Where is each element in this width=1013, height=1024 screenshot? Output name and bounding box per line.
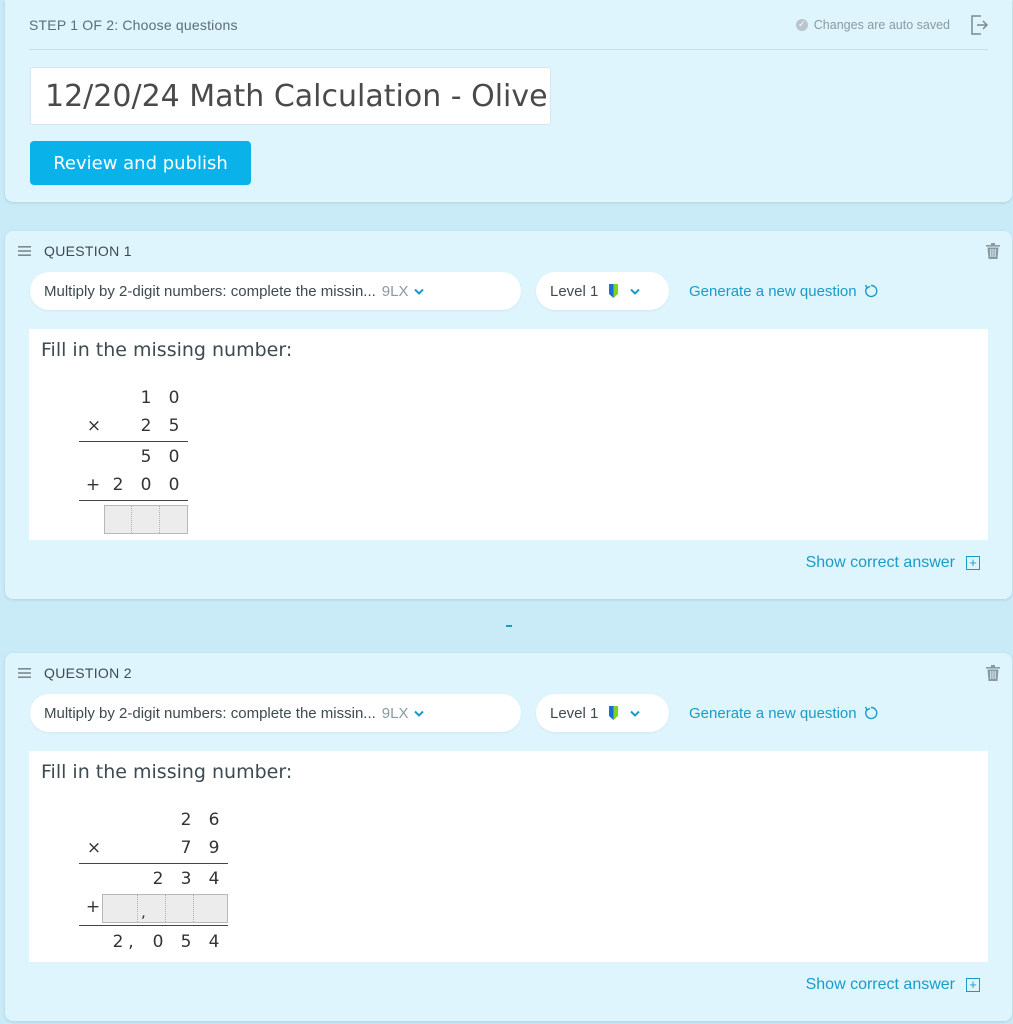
answer-input-row: , bbox=[102, 894, 228, 923]
question-separator bbox=[506, 625, 512, 627]
digit: 2 bbox=[180, 810, 192, 830]
multiply-operator: × bbox=[86, 416, 102, 436]
expand-plus-icon: + bbox=[966, 556, 980, 570]
question-prompt: Fill in the missing number: bbox=[41, 761, 293, 783]
question-body: Fill in the missing number: 1 0 × 2 5 5 … bbox=[29, 329, 988, 540]
autosave-text: Changes are auto saved bbox=[813, 17, 950, 32]
digit: 5 bbox=[180, 932, 192, 952]
drag-handle-icon[interactable] bbox=[18, 246, 31, 256]
skill-code: 9LX bbox=[381, 282, 409, 300]
review-and-publish-button[interactable]: Review and publish bbox=[30, 141, 251, 185]
show-answer-label: Show correct answer bbox=[805, 554, 955, 571]
skill-select[interactable]: Multiply by 2-digit numbers: complete th… bbox=[30, 694, 521, 732]
chevron-down-icon bbox=[413, 710, 424, 717]
level-select[interactable]: Level 1 bbox=[536, 694, 669, 732]
digit: 0 bbox=[140, 475, 152, 495]
generate-label: Generate a new question bbox=[689, 704, 857, 722]
level-select[interactable]: Level 1 bbox=[536, 272, 669, 310]
answer-digit-input[interactable] bbox=[194, 895, 222, 922]
digit: 0 bbox=[152, 932, 164, 952]
digit: 2 bbox=[112, 475, 124, 495]
digit: 7 bbox=[180, 838, 192, 858]
digit: 1 bbox=[140, 388, 152, 408]
multiply-operator: × bbox=[86, 838, 102, 858]
assignment-title-input[interactable]: 12/20/24 Math Calculation - Olive bbox=[30, 67, 551, 125]
comma: , bbox=[128, 932, 134, 952]
chevron-down-icon bbox=[630, 710, 641, 717]
digit: 3 bbox=[180, 869, 192, 889]
question-controls: Multiply by 2-digit numbers: complete th… bbox=[30, 272, 878, 310]
check-circle-icon: ✓ bbox=[795, 18, 808, 31]
trash-icon[interactable] bbox=[986, 243, 1000, 259]
digit: 0 bbox=[168, 447, 180, 467]
skill-code: 9LX bbox=[381, 704, 409, 722]
divider-line bbox=[79, 863, 228, 864]
digit: 4 bbox=[208, 932, 220, 952]
question-prompt: Fill in the missing number: bbox=[41, 339, 293, 361]
answer-digit-input[interactable]: , bbox=[138, 895, 166, 922]
comma-separator: , bbox=[141, 903, 146, 921]
step-bar: STEP 1 OF 2: Choose questions ✓ Changes … bbox=[29, 0, 988, 50]
refresh-icon bbox=[864, 706, 878, 720]
multiplication-problem: 2 6 × 7 9 2 3 4 + , 2 , 0 5 4 bbox=[79, 806, 259, 956]
bookmark-icon bbox=[609, 706, 619, 720]
chevron-down-icon bbox=[630, 288, 641, 295]
divider-line bbox=[79, 500, 188, 501]
answer-digit-input[interactable] bbox=[105, 506, 133, 533]
show-correct-answer-toggle[interactable]: Show correct answer + bbox=[806, 976, 980, 994]
digit: 2 bbox=[152, 869, 164, 889]
chevron-down-icon bbox=[413, 288, 424, 295]
drag-handle-icon[interactable] bbox=[18, 668, 31, 678]
level-label: Level 1 bbox=[550, 282, 599, 300]
question-header: QUESTION 1 bbox=[5, 231, 1012, 271]
digit: 9 bbox=[208, 838, 220, 858]
skill-select[interactable]: Multiply by 2-digit numbers: complete th… bbox=[30, 272, 521, 310]
question-header: QUESTION 2 bbox=[5, 653, 1012, 693]
digit: 5 bbox=[168, 416, 180, 436]
answer-digit-input[interactable] bbox=[166, 895, 194, 922]
question-body: Fill in the missing number: 2 6 × 7 9 2 … bbox=[29, 751, 988, 962]
divider-line bbox=[79, 925, 228, 926]
answer-input-row bbox=[104, 505, 188, 534]
question-title: QUESTION 2 bbox=[44, 665, 132, 681]
digit: 5 bbox=[140, 447, 152, 467]
digit: 0 bbox=[168, 475, 180, 495]
plus-operator: + bbox=[85, 475, 101, 495]
skill-name: Multiply by 2-digit numbers: complete th… bbox=[44, 282, 376, 300]
expand-plus-icon: + bbox=[966, 978, 980, 992]
question-title: QUESTION 1 bbox=[44, 243, 132, 259]
bookmark-icon bbox=[609, 284, 619, 298]
digit: 2 bbox=[140, 416, 152, 436]
question-card: QUESTION 2 Multiply by 2-digit numbers: … bbox=[5, 653, 1012, 1021]
answer-digit-input[interactable] bbox=[160, 506, 187, 533]
multiplication-problem: 1 0 × 2 5 5 0 + 2 0 0 bbox=[79, 384, 219, 534]
step-label: STEP 1 OF 2: Choose questions bbox=[29, 16, 238, 33]
level-label: Level 1 bbox=[550, 704, 599, 722]
generate-new-question-link[interactable]: Generate a new question bbox=[689, 705, 878, 722]
generate-new-question-link[interactable]: Generate a new question bbox=[689, 283, 878, 300]
generate-label: Generate a new question bbox=[689, 282, 857, 300]
divider-line bbox=[79, 441, 188, 442]
digit: 0 bbox=[168, 388, 180, 408]
exit-icon[interactable] bbox=[970, 14, 988, 35]
digit: 6 bbox=[208, 810, 220, 830]
autosave-status: ✓ Changes are auto saved bbox=[795, 14, 988, 35]
digit: 4 bbox=[208, 869, 220, 889]
refresh-icon bbox=[864, 284, 878, 298]
answer-digit-input[interactable] bbox=[103, 895, 138, 922]
plus-operator: + bbox=[85, 897, 101, 917]
skill-name: Multiply by 2-digit numbers: complete th… bbox=[44, 704, 376, 722]
show-correct-answer-toggle[interactable]: Show correct answer + bbox=[806, 554, 980, 572]
header-panel: STEP 1 OF 2: Choose questions ✓ Changes … bbox=[5, 0, 1012, 202]
question-card: QUESTION 1 Multiply by 2-digit numbers: … bbox=[5, 231, 1012, 599]
question-controls: Multiply by 2-digit numbers: complete th… bbox=[30, 694, 878, 732]
answer-digit-input[interactable] bbox=[132, 506, 160, 533]
trash-icon[interactable] bbox=[986, 665, 1000, 681]
show-answer-label: Show correct answer bbox=[805, 976, 955, 993]
